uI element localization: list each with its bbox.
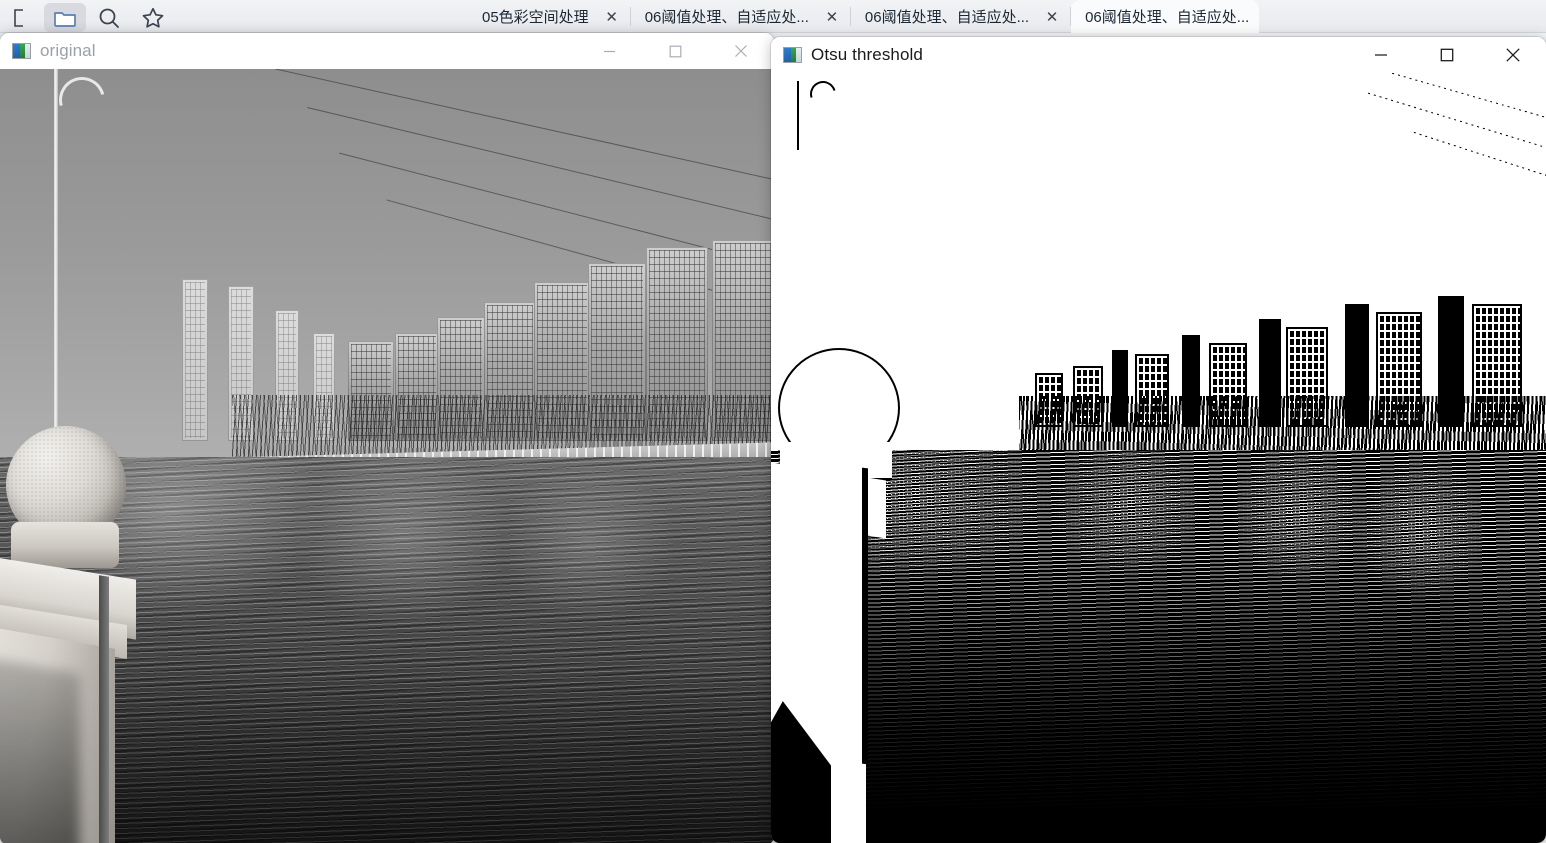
- metal-rail-binary: [862, 467, 869, 765]
- window-controls-otsu: [1348, 37, 1546, 73]
- maximize-button[interactable]: [642, 33, 708, 69]
- toolbar-icon-group: [0, 0, 174, 33]
- minimize-button[interactable]: [576, 33, 642, 69]
- editor-tab-strip: 05色彩空间处理 ✕ 06阈值处理、自适应处... ✕ 06阈值处理、自适应处.…: [468, 0, 1260, 33]
- window-controls-original: [576, 33, 774, 69]
- search-icon[interactable]: [88, 3, 130, 32]
- tab-06-b[interactable]: 06阈值处理、自适应处... ✕: [851, 0, 1072, 33]
- close-button[interactable]: [1480, 37, 1546, 73]
- grayscale-photograph: [0, 69, 774, 843]
- tab-label: 06阈值处理、自适应处...: [864, 9, 1030, 26]
- binary-threshold-image: [771, 73, 1546, 843]
- stone-pillar-binary: [771, 350, 934, 843]
- maximize-button[interactable]: [1414, 37, 1480, 73]
- tab-06-a[interactable]: 06阈值处理、自适应处... ✕: [631, 0, 851, 33]
- titlebar-otsu[interactable]: Otsu threshold: [771, 37, 1546, 73]
- image-canvas-otsu[interactable]: [771, 73, 1546, 843]
- sphere-collar: [10, 521, 119, 568]
- opencv-window-icon: [12, 43, 31, 59]
- window-otsu-threshold[interactable]: Otsu threshold: [771, 37, 1546, 843]
- lamp-post-binary: [797, 80, 800, 150]
- titlebar-original[interactable]: original: [0, 33, 774, 69]
- stone-pillar: [0, 425, 201, 843]
- close-button[interactable]: [708, 33, 774, 69]
- tab-05[interactable]: 05色彩空间处理 ✕: [468, 0, 631, 33]
- tab-06-c-active[interactable]: 06阈值处理、自适应处...: [1071, 0, 1260, 33]
- star-icon[interactable]: [132, 3, 174, 32]
- window-title: Otsu threshold: [811, 45, 923, 64]
- tab-label: 05色彩空间处理: [482, 9, 589, 26]
- project-folder-icon[interactable]: [44, 3, 86, 32]
- distant-tower: [181, 278, 208, 442]
- tab-close-icon[interactable]: ✕: [603, 8, 621, 26]
- opencv-window-icon: [783, 47, 802, 63]
- window-original[interactable]: original: [0, 33, 774, 843]
- tab-close-icon[interactable]: ✕: [1043, 8, 1061, 26]
- window-title: original: [40, 41, 96, 60]
- tab-label: 06阈值处理、自适应处...: [1085, 9, 1250, 26]
- metal-rail: [99, 575, 110, 843]
- image-canvas-original[interactable]: [0, 69, 774, 843]
- tab-close-icon[interactable]: ✕: [823, 8, 841, 26]
- toolbar-edge-icon[interactable]: [0, 3, 42, 32]
- minimize-button[interactable]: [1348, 37, 1414, 73]
- tab-label: 06阈值处理、自适应处...: [644, 9, 809, 26]
- tree-line-binary: [1019, 396, 1546, 458]
- ide-toolbar: 05色彩空间处理 ✕ 06阈值处理、自适应处... ✕ 06阈值处理、自适应处.…: [0, 0, 1546, 33]
- screen: 05色彩空间处理 ✕ 06阈值处理、自适应处... ✕ 06阈值处理、自适应处.…: [0, 0, 1546, 843]
